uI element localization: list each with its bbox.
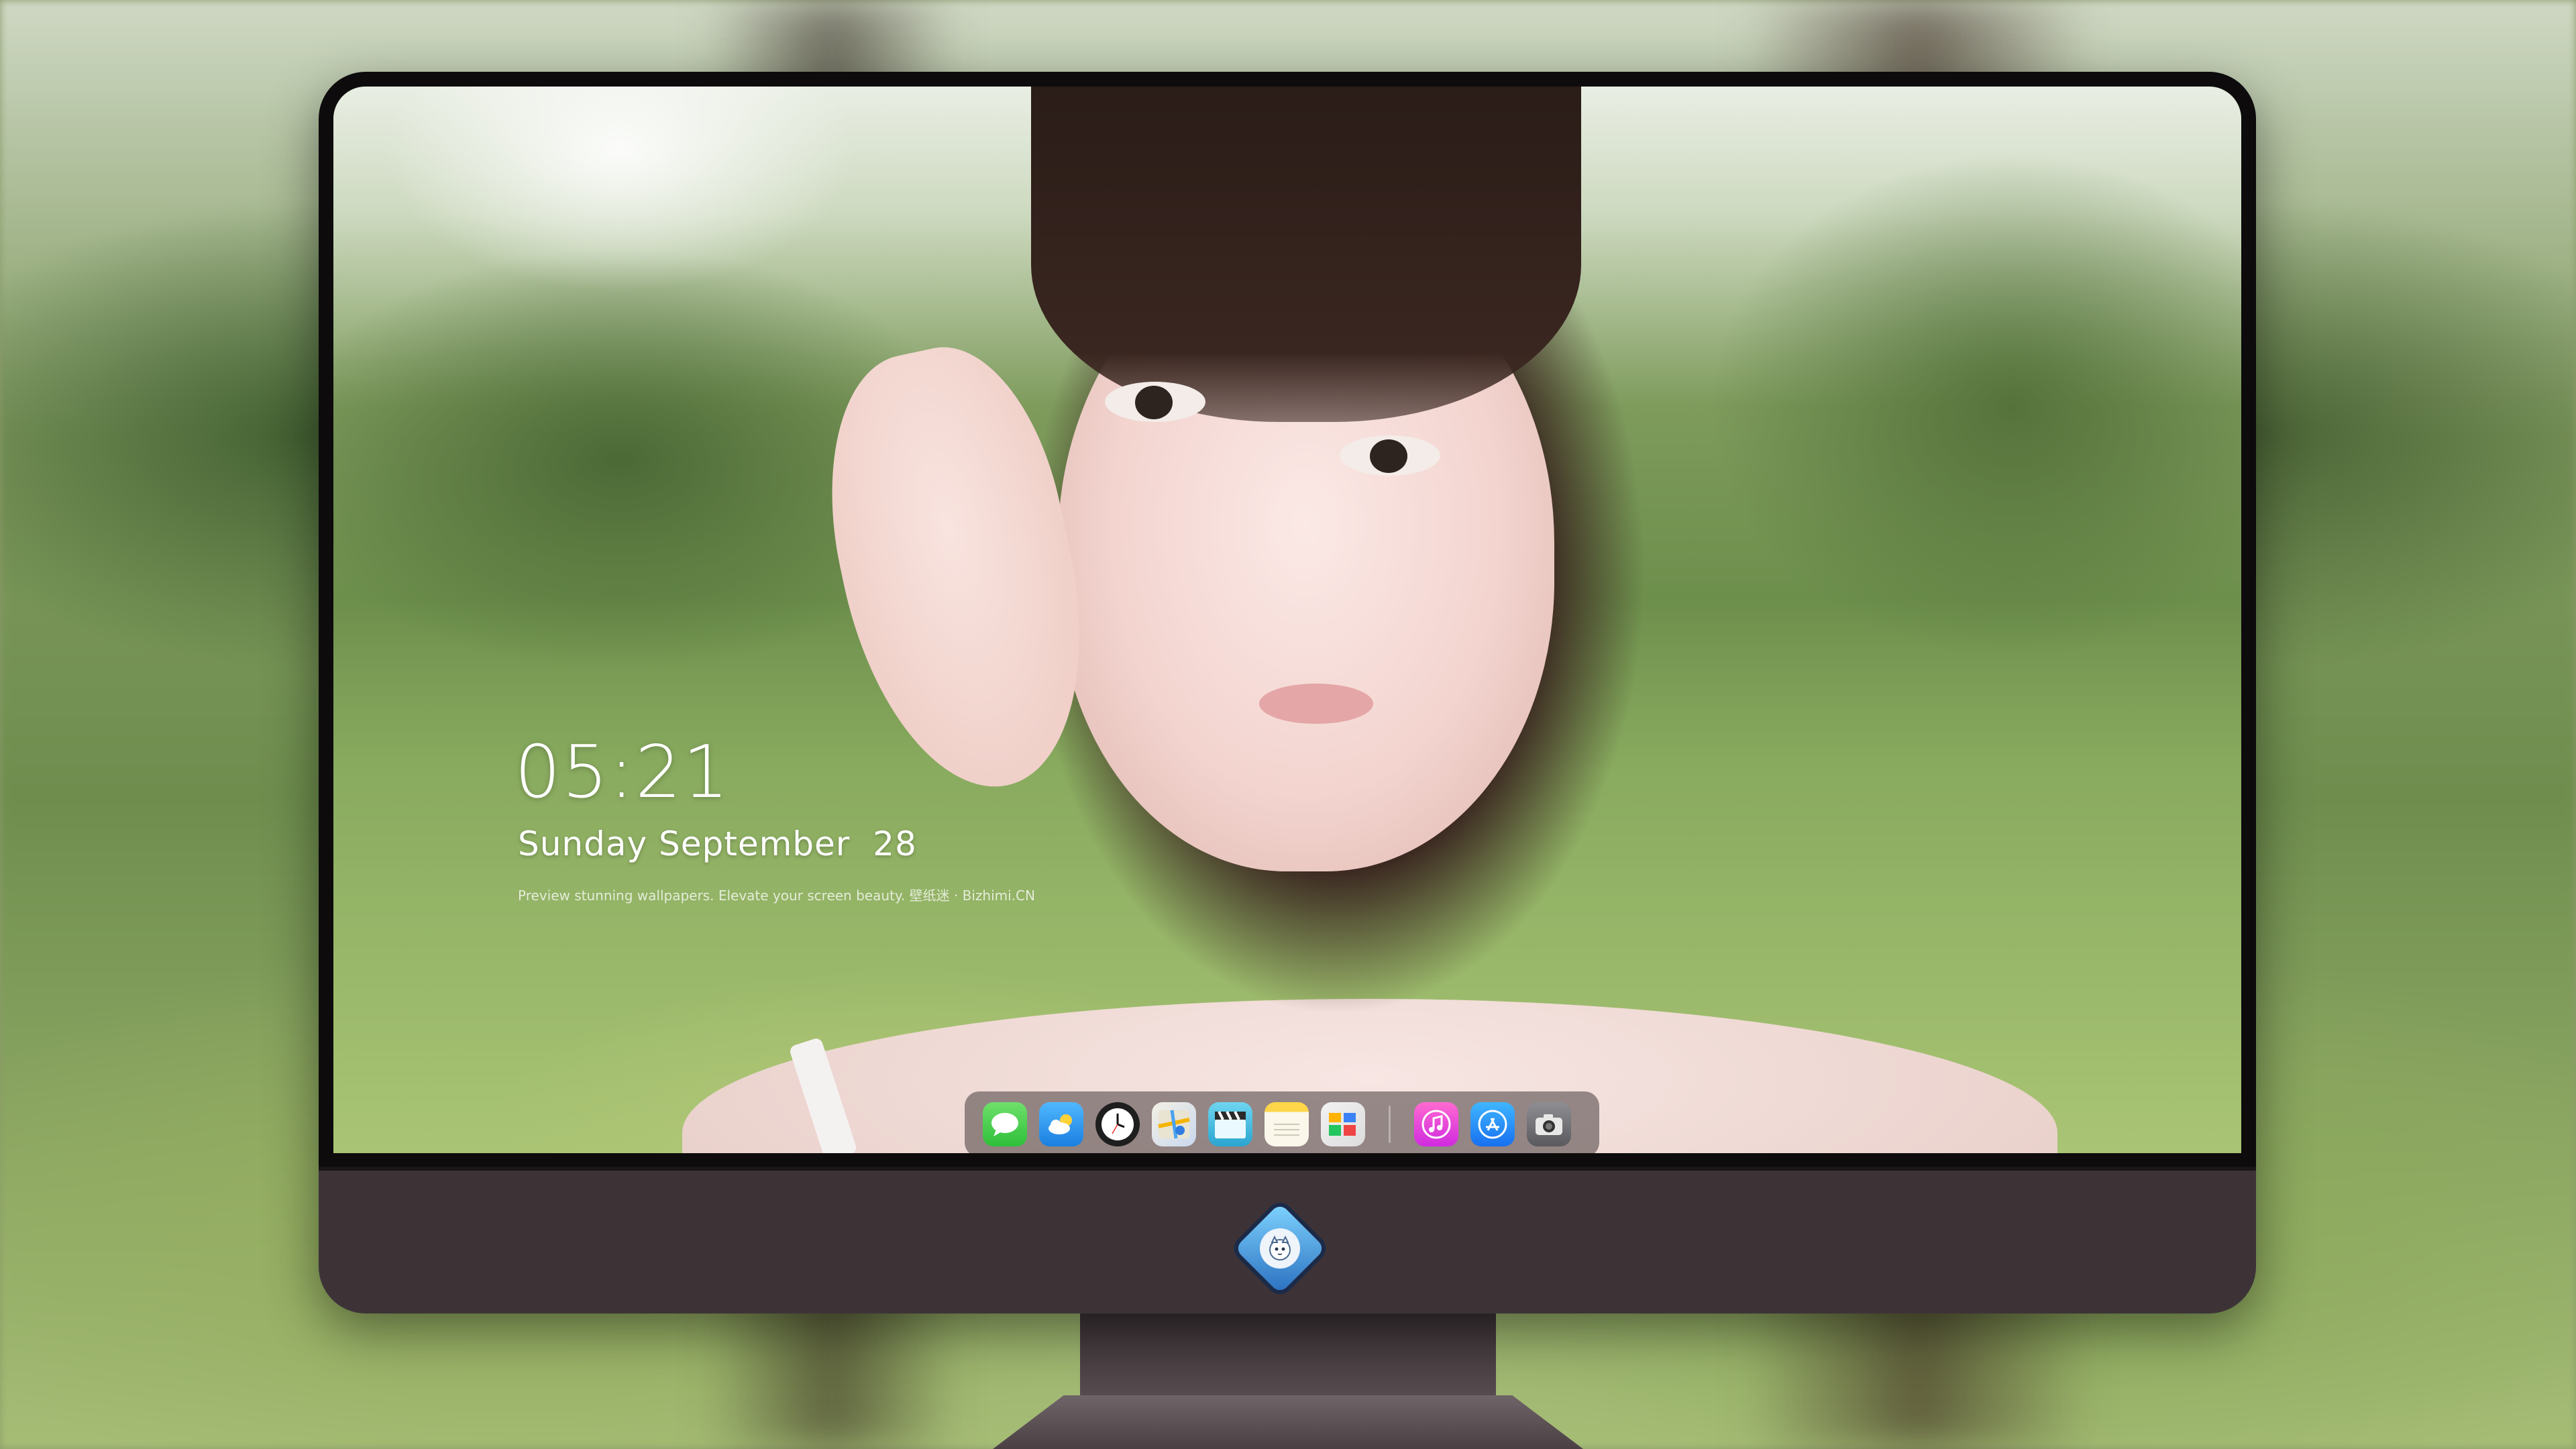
clock-icon[interactable] [1095,1102,1140,1146]
monitor-chin [319,1167,2256,1313]
music-icon[interactable] [1414,1102,1458,1146]
notes-icon[interactable] [1265,1102,1309,1146]
lock-date: Sunday September 28 [518,824,917,863]
wallpaper-portrait-lips [1259,684,1373,724]
app-store-icon[interactable] [1470,1102,1515,1146]
clapperboard-icon[interactable] [1208,1102,1252,1146]
desktop-screen: 05:21 Sunday September 28 Preview stunni… [333,87,2241,1153]
messages-icon[interactable] [983,1102,1027,1146]
wallpaper-portrait-eye-right [1340,435,1440,476]
mascot-logo-icon [1260,1228,1300,1269]
monitor-stand-neck [1080,1309,1496,1410]
pay-icon[interactable] [1321,1102,1365,1146]
wallpaper-tagline: Preview stunning wallpapers. Elevate you… [518,888,1035,904]
dock-separator [1389,1106,1391,1143]
weather-icon[interactable] [1039,1102,1083,1146]
lock-clock: 05:21 [515,731,731,814]
dock [965,1091,1599,1153]
wallpaper-portrait-bangs [1031,87,1581,422]
monitor: 05:21 Sunday September 28 Preview stunni… [319,72,2256,1313]
monitor-stand-base [993,1395,1583,1449]
camera-icon[interactable] [1527,1102,1571,1146]
wallpaper-portrait-eye-left [1105,382,1205,422]
maps-icon[interactable] [1152,1102,1196,1146]
